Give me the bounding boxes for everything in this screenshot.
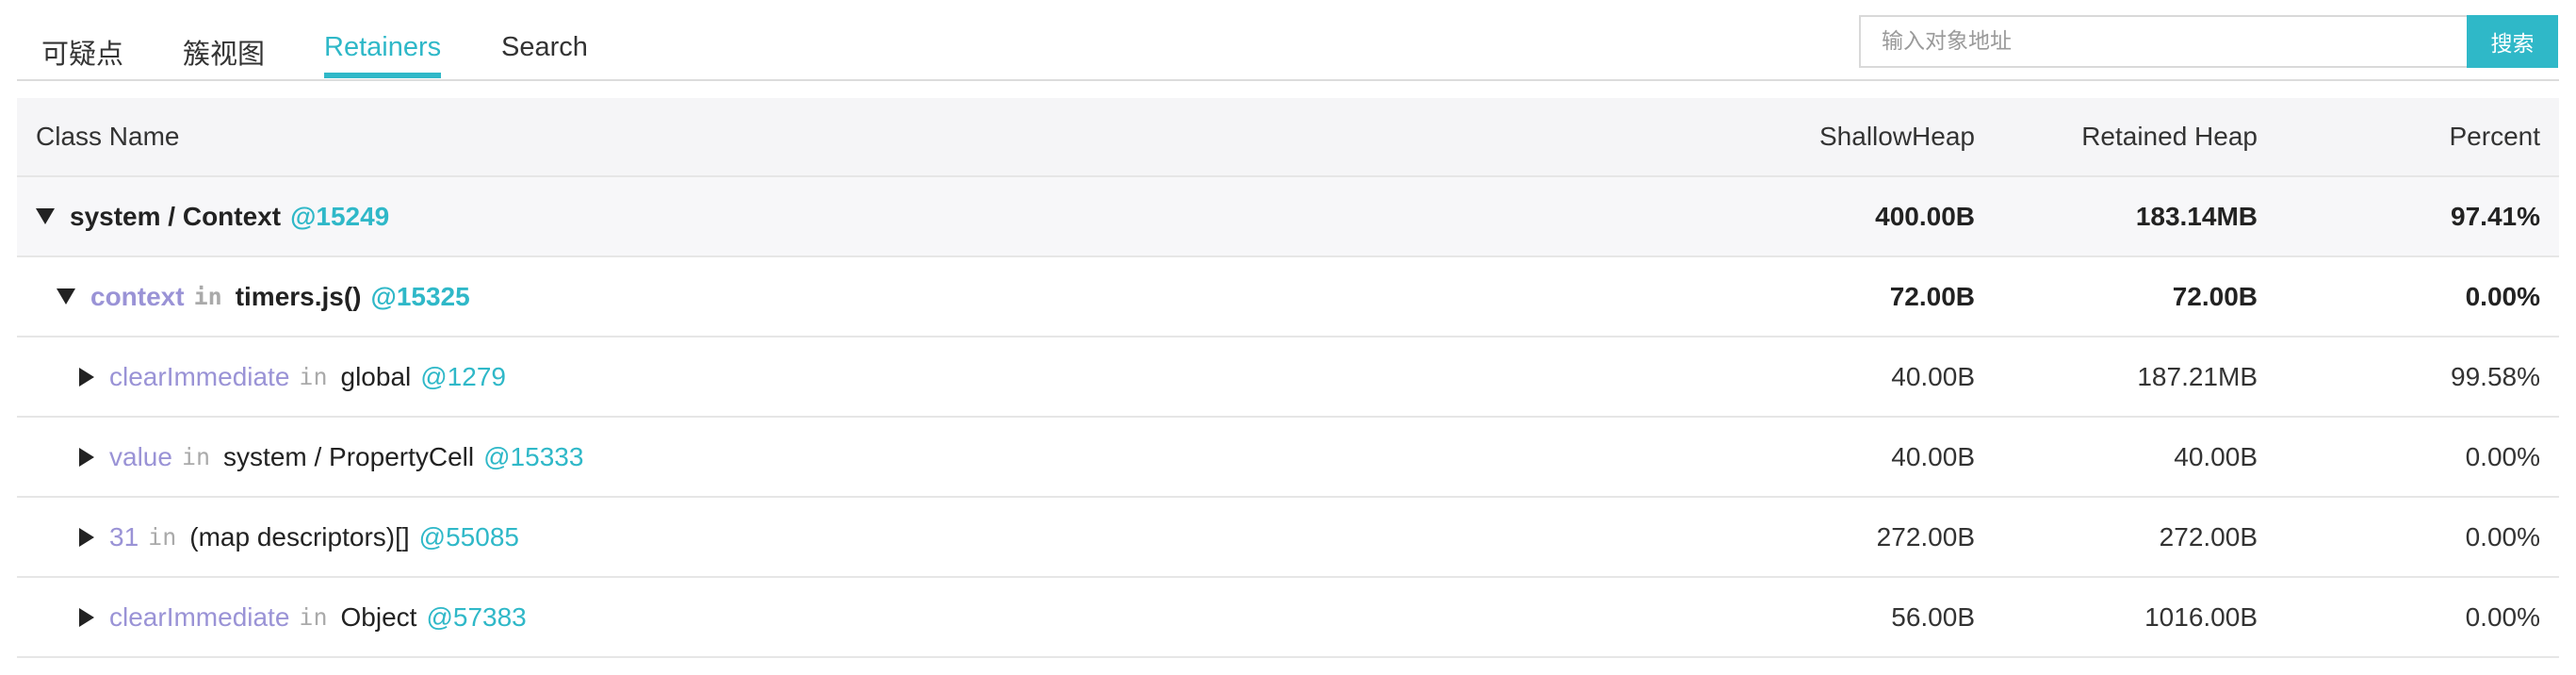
in-keyword: in bbox=[193, 283, 222, 310]
percent-value: 97.41% bbox=[2451, 201, 2540, 231]
address-search-input[interactable] bbox=[1859, 15, 2467, 68]
object-id-link[interactable]: @15249 bbox=[290, 202, 389, 232]
triangle-right-icon[interactable] bbox=[79, 447, 94, 467]
address-search: 搜索 bbox=[1859, 15, 2558, 68]
triangle-down-icon[interactable] bbox=[36, 208, 55, 224]
active-tab-indicator bbox=[324, 73, 441, 78]
retained-heap-value: 183.14MB bbox=[2135, 201, 2258, 231]
in-keyword: in bbox=[148, 523, 177, 551]
in-keyword: in bbox=[181, 443, 211, 470]
triangle-down-icon[interactable] bbox=[57, 288, 75, 305]
retained-heap-value: 72.00B bbox=[2172, 281, 2258, 311]
table-row[interactable]: clearImmediate in global @1279 40.00B 18… bbox=[17, 338, 2559, 418]
retainers-table: Class Name ShallowHeap Retained Heap Per… bbox=[17, 98, 2559, 658]
edge-name: clearImmediate bbox=[109, 361, 290, 391]
column-header-shallow-heap[interactable]: ShallowHeap bbox=[1819, 98, 1975, 175]
in-keyword: in bbox=[299, 363, 328, 390]
percent-value: 99.58% bbox=[2451, 361, 2540, 391]
triangle-right-icon[interactable] bbox=[79, 527, 94, 547]
percent-value: 0.00% bbox=[2465, 601, 2540, 632]
shallow-heap-value: 272.00B bbox=[1876, 521, 1975, 552]
class-name: timers.js() bbox=[235, 281, 362, 311]
tab-search[interactable]: Search bbox=[501, 32, 588, 63]
shallow-heap-value: 40.00B bbox=[1891, 361, 1975, 391]
percent-value: 0.00% bbox=[2465, 281, 2540, 311]
percent-value: 0.00% bbox=[2465, 441, 2540, 471]
percent-value: 0.00% bbox=[2465, 521, 2540, 552]
retained-heap-value: 187.21MB bbox=[2137, 361, 2258, 391]
table-row[interactable]: 31 in (map descriptors)[] @55085 272.00B… bbox=[17, 498, 2559, 578]
table-row[interactable]: context in timers.js() @15325 72.00B 72.… bbox=[17, 257, 2559, 338]
shallow-heap-value: 56.00B bbox=[1891, 601, 1975, 632]
tab-cluster-view[interactable]: 簇视图 bbox=[183, 32, 265, 72]
shallow-heap-value: 400.00B bbox=[1875, 201, 1975, 231]
class-name: system / PropertyCell bbox=[223, 441, 475, 471]
object-id-link[interactable]: @57383 bbox=[426, 602, 526, 633]
triangle-right-icon[interactable] bbox=[79, 367, 94, 387]
table-row[interactable]: value in system / PropertyCell @15333 40… bbox=[17, 418, 2559, 498]
table-row[interactable]: system / Context @15249 400.00B 183.14MB… bbox=[17, 177, 2559, 257]
column-header-percent[interactable]: Percent bbox=[2450, 98, 2541, 175]
retained-heap-value: 272.00B bbox=[2159, 521, 2258, 552]
class-name: Object bbox=[340, 601, 417, 632]
retained-heap-value: 40.00B bbox=[2174, 441, 2258, 471]
class-name: global bbox=[340, 361, 412, 391]
column-header-retained-heap[interactable]: Retained Heap bbox=[2081, 98, 2258, 175]
tab-retainers[interactable]: Retainers bbox=[324, 32, 441, 63]
table-row[interactable]: clearImmediate in Object @57383 56.00B 1… bbox=[17, 578, 2559, 658]
edge-name: context bbox=[90, 281, 185, 311]
object-id-link[interactable]: @15325 bbox=[371, 282, 470, 312]
triangle-right-icon[interactable] bbox=[79, 607, 94, 627]
object-id-link[interactable]: @1279 bbox=[420, 362, 506, 392]
search-button[interactable]: 搜索 bbox=[2467, 15, 2558, 68]
object-id-link[interactable]: @15333 bbox=[483, 442, 583, 472]
edge-name: clearImmediate bbox=[109, 601, 290, 632]
retained-heap-value: 1016.00B bbox=[2144, 601, 2258, 632]
shallow-heap-value: 72.00B bbox=[1889, 281, 1975, 311]
shallow-heap-value: 40.00B bbox=[1891, 441, 1975, 471]
edge-name: 31 bbox=[109, 521, 139, 552]
class-name: (map descriptors)[] bbox=[189, 521, 410, 552]
column-header-class-name[interactable]: Class Name bbox=[36, 98, 179, 175]
table-header-row: Class Name ShallowHeap Retained Heap Per… bbox=[17, 98, 2559, 177]
in-keyword: in bbox=[299, 603, 328, 631]
class-name: system / Context bbox=[70, 201, 282, 231]
object-id-link[interactable]: @55085 bbox=[419, 522, 519, 552]
tab-suspicious[interactable]: 可疑点 bbox=[41, 32, 123, 72]
edge-name: value bbox=[109, 441, 172, 471]
